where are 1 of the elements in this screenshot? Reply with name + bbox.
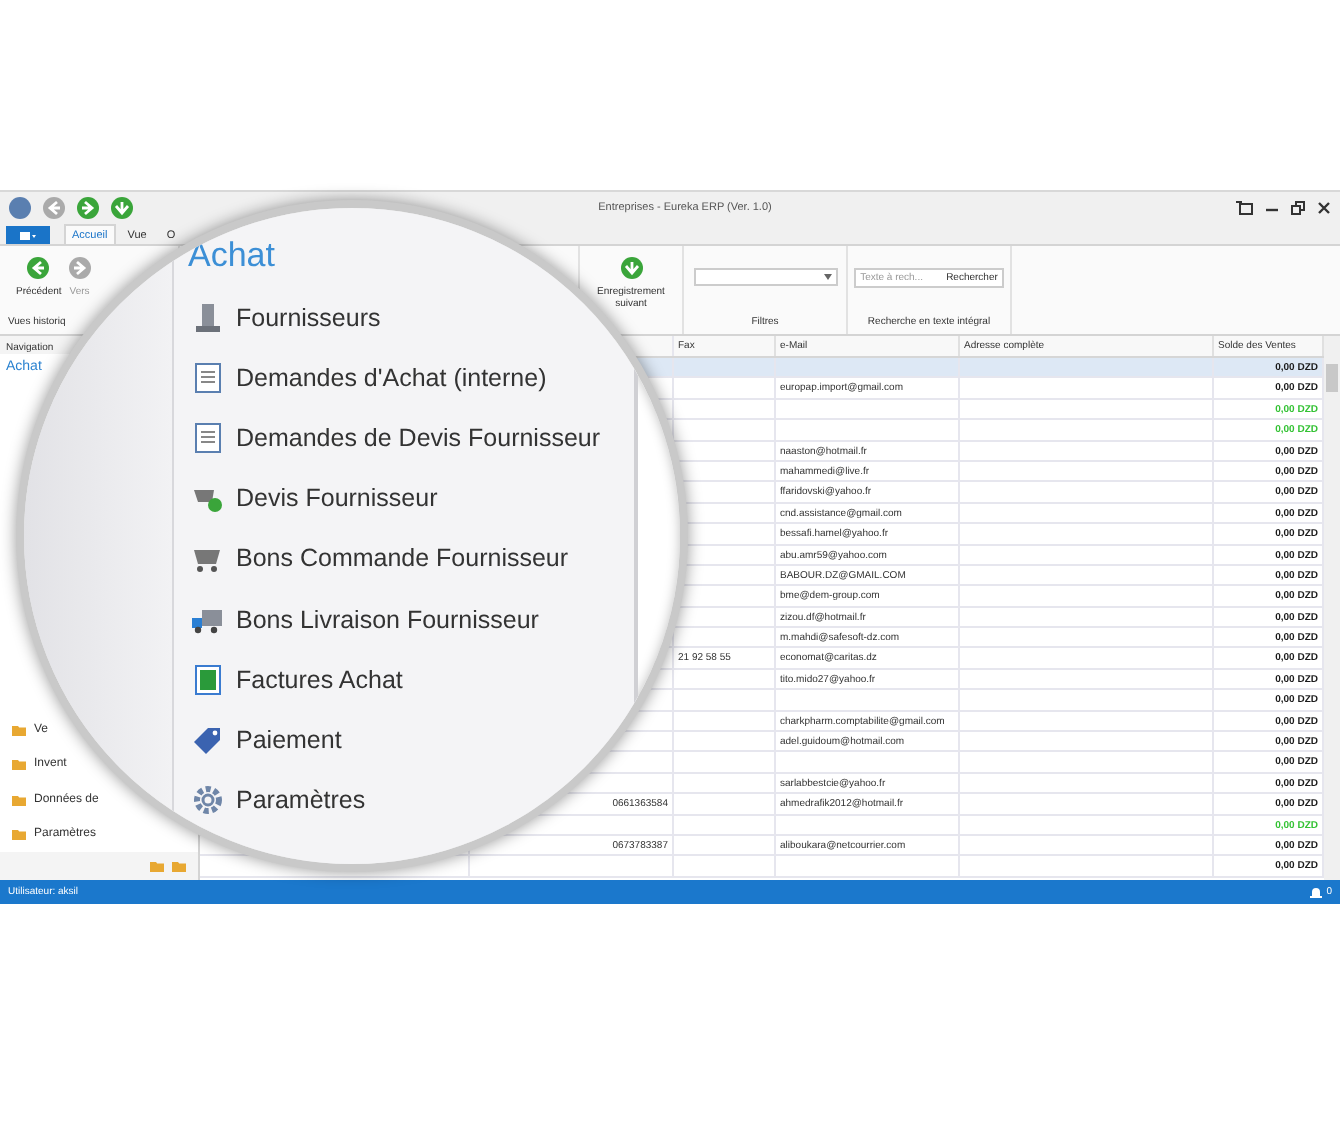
section-title: Achat	[188, 236, 275, 276]
